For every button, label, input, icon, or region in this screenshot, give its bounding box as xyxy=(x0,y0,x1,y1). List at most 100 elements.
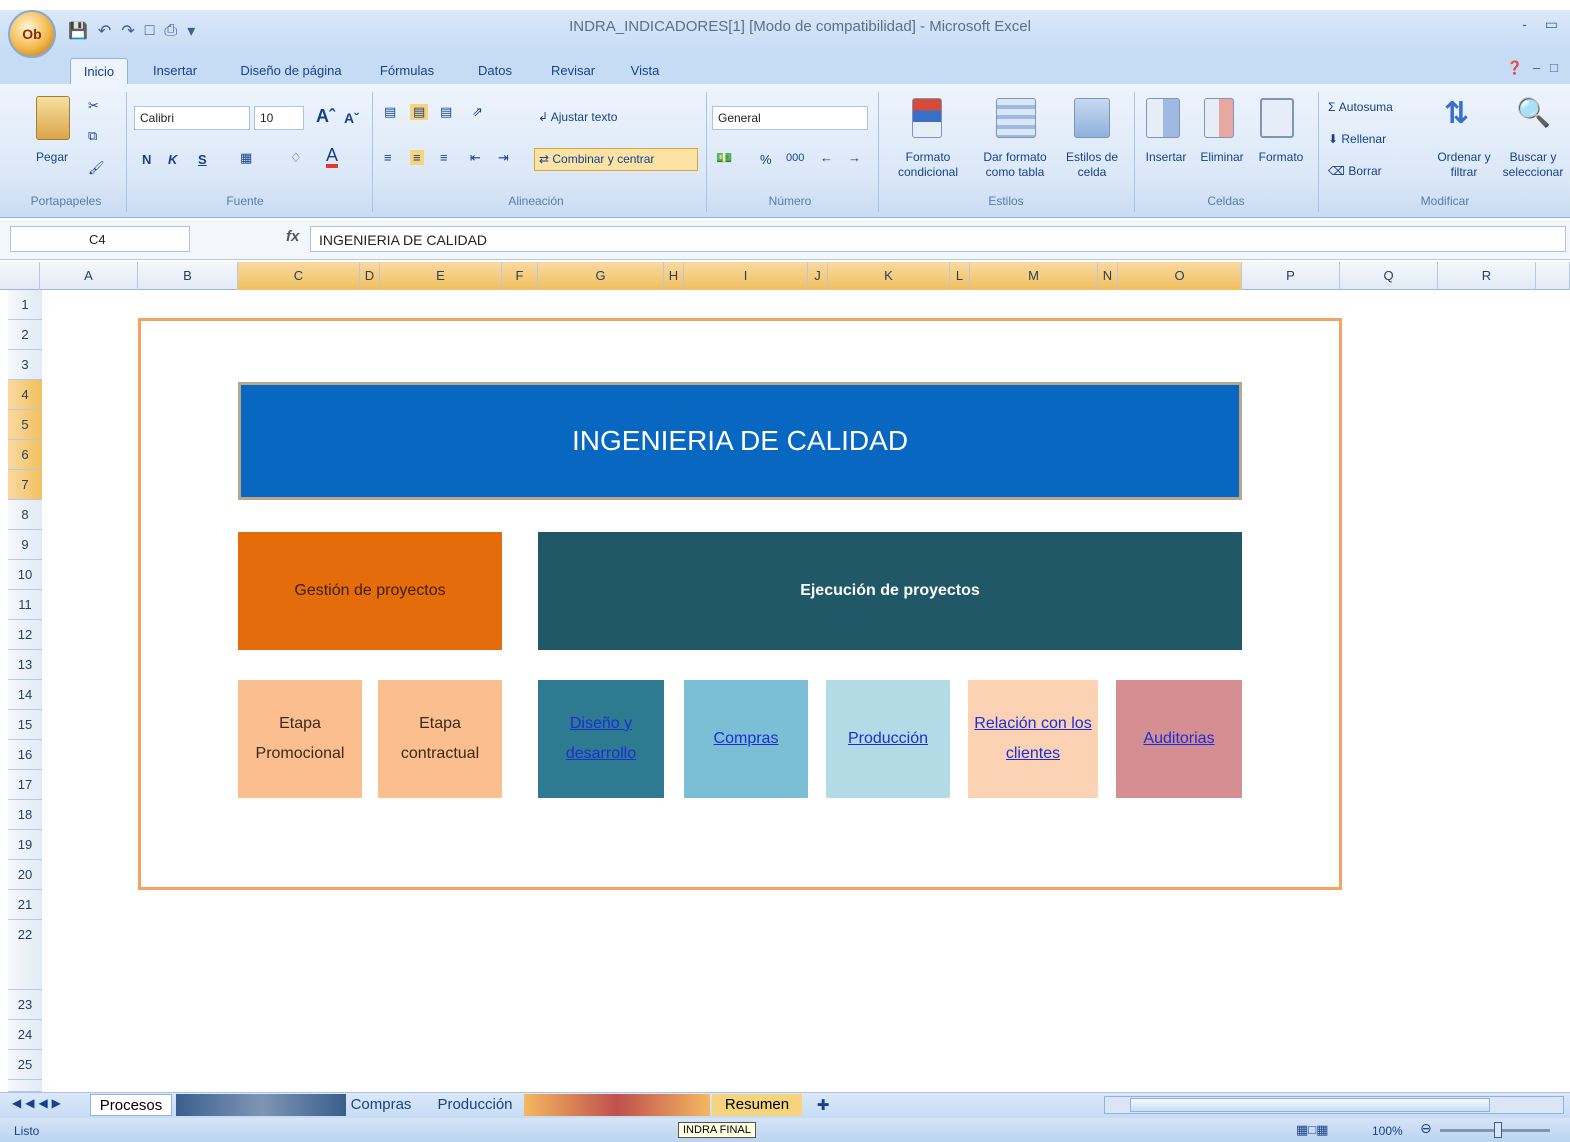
align-left-icon[interactable]: ≡ xyxy=(384,150,392,165)
format-as-table-button[interactable]: Dar formato como tabla xyxy=(974,150,1056,180)
clear-button[interactable]: ⌫ Borrar xyxy=(1328,164,1432,179)
font-size-combo[interactable]: 10 xyxy=(254,106,304,130)
format-as-table-icon[interactable] xyxy=(996,98,1036,138)
autosum-button[interactable]: Σ Autosuma xyxy=(1328,100,1432,115)
gestion-proyectos-box[interactable]: Gestión de proyectos xyxy=(238,532,502,650)
delete-cells-icon[interactable] xyxy=(1204,98,1234,138)
fill-button[interactable]: ⬇ Rellenar xyxy=(1328,132,1432,147)
sheet-tab-produccion[interactable]: Producción xyxy=(430,1094,520,1116)
view-buttons-icon[interactable]: ▦□▦ xyxy=(1296,1122,1328,1138)
workbook-restore-button[interactable]: □ xyxy=(1550,60,1558,76)
conditional-format-button[interactable]: Formato condicional xyxy=(884,150,972,180)
borders-icon[interactable]: ▦ xyxy=(240,150,252,166)
sort-filter-icon[interactable]: ⇅ xyxy=(1444,96,1469,131)
decrease-indent-icon[interactable]: ⇤ xyxy=(470,150,481,166)
column-header[interactable]: B xyxy=(138,262,238,290)
insert-cells-button[interactable]: Insertar xyxy=(1138,150,1194,165)
save-icon[interactable]: 💾 xyxy=(68,21,88,41)
row-header[interactable] xyxy=(8,1080,42,1092)
column-header[interactable]: M xyxy=(970,262,1098,290)
horizontal-scroll-thumb[interactable] xyxy=(1130,1098,1490,1112)
new-document-icon[interactable]: □ xyxy=(145,22,155,40)
font-name-combo[interactable]: Calibri xyxy=(134,106,250,130)
row-header[interactable]: 23 xyxy=(8,990,42,1020)
tab-vista[interactable]: Vista xyxy=(620,58,670,84)
column-header[interactable]: D xyxy=(360,262,380,290)
column-header[interactable]: C xyxy=(238,262,360,290)
row-header[interactable]: 2 xyxy=(8,320,42,350)
relacion-clientes-link[interactable]: Relación con los clientes xyxy=(968,680,1098,798)
diseno-desarrollo-link[interactable]: Diseño y desarrollo xyxy=(538,680,664,798)
font-color-icon[interactable]: A xyxy=(326,146,339,168)
underline-button[interactable]: S xyxy=(198,152,207,167)
row-header[interactable]: 21 xyxy=(8,890,42,920)
tab-inicio[interactable]: Inicio xyxy=(70,58,128,84)
align-top-icon[interactable]: ▤ xyxy=(384,104,396,120)
fill-color-icon[interactable]: ♢ xyxy=(290,150,302,166)
format-cells-icon[interactable] xyxy=(1260,98,1294,138)
row-header[interactable]: 10 xyxy=(8,560,42,590)
sheet-tab-obscured[interactable] xyxy=(524,1094,710,1116)
number-format-combo[interactable]: General xyxy=(712,106,868,130)
thousands-button[interactable]: 000 xyxy=(786,152,804,164)
row-header[interactable]: 15 xyxy=(8,710,42,740)
paste-button[interactable]: Pegar xyxy=(26,150,78,165)
row-header[interactable]: 22 xyxy=(8,920,42,990)
copy-icon[interactable]: ⧉ xyxy=(88,128,97,144)
column-header[interactable]: G xyxy=(538,262,664,290)
row-header[interactable]: 13 xyxy=(8,650,42,680)
cut-icon[interactable]: ✂ xyxy=(88,98,99,114)
cell-styles-icon[interactable] xyxy=(1074,98,1110,138)
increase-font-icon[interactable]: Aˆ xyxy=(316,106,335,127)
bold-button[interactable]: N xyxy=(142,152,151,167)
increase-indent-icon[interactable]: ⇥ xyxy=(498,150,509,166)
decrease-font-icon[interactable]: Aˇ xyxy=(344,110,359,126)
customize-qat-icon[interactable]: ▾ xyxy=(187,21,195,41)
sort-filter-button[interactable]: Ordenar y filtrar xyxy=(1430,150,1498,180)
column-header[interactable]: K xyxy=(828,262,950,290)
compras-link[interactable]: Compras xyxy=(684,680,808,798)
produccion-link[interactable]: Producción xyxy=(826,680,950,798)
row-header[interactable]: 14 xyxy=(8,680,42,710)
row-header[interactable]: 25 xyxy=(8,1050,42,1080)
merge-center-button[interactable]: ⇄ Combinar y centrar xyxy=(534,148,698,171)
formula-input[interactable]: INGENIERIA DE CALIDAD xyxy=(310,226,1566,252)
format-cells-button[interactable]: Formato xyxy=(1252,150,1310,165)
tab-diseno-pagina[interactable]: Diseño de página xyxy=(226,58,356,84)
undo-icon[interactable]: ↶ xyxy=(98,21,111,41)
workbook-minimize-button[interactable]: – xyxy=(1533,60,1540,76)
row-header[interactable]: 6 xyxy=(8,440,42,470)
zoom-slider-thumb[interactable] xyxy=(1494,1122,1502,1138)
help-icon[interactable]: ❓ xyxy=(1507,60,1523,76)
row-header[interactable]: 8 xyxy=(8,500,42,530)
sheet-tab-compras[interactable]: Compras xyxy=(346,1094,416,1116)
minimize-button[interactable]: - xyxy=(1522,16,1527,33)
tab-formulas[interactable]: Fórmulas xyxy=(372,58,442,84)
print-preview-icon[interactable]: ⎙ xyxy=(164,22,177,40)
insert-function-button[interactable]: fx xyxy=(286,228,299,245)
wrap-text-button[interactable]: ↲ Ajustar texto xyxy=(538,110,648,125)
row-header[interactable]: 5 xyxy=(8,410,42,440)
redo-icon[interactable]: ↷ xyxy=(121,21,134,41)
italic-button[interactable]: K xyxy=(168,152,177,167)
row-header[interactable]: 1 xyxy=(8,290,42,320)
sheet-nav-arrows-icon[interactable]: ◀◀◀▶ xyxy=(12,1096,65,1110)
align-center-icon[interactable]: ≡ xyxy=(410,150,424,165)
insert-cells-icon[interactable] xyxy=(1146,98,1180,138)
orientation-icon[interactable]: ⇗ xyxy=(472,104,483,120)
sheet-tab-obscured[interactable] xyxy=(176,1094,346,1116)
office-button[interactable]: Ob xyxy=(8,10,56,58)
tab-datos[interactable]: Datos xyxy=(466,58,524,84)
row-header[interactable]: 12 xyxy=(8,620,42,650)
row-header[interactable]: 18 xyxy=(8,800,42,830)
diagram-title[interactable]: INGENIERIA DE CALIDAD xyxy=(238,382,1242,500)
format-painter-icon[interactable]: 🖌 xyxy=(88,160,105,176)
column-header[interactable]: A xyxy=(40,262,138,290)
column-header[interactable]: R xyxy=(1438,262,1536,290)
row-header[interactable]: 9 xyxy=(8,530,42,560)
align-right-icon[interactable]: ≡ xyxy=(440,150,448,165)
paste-icon[interactable] xyxy=(36,96,70,140)
maximize-button[interactable]: ▭ xyxy=(1545,16,1558,33)
zoom-out-icon[interactable]: ⊖ xyxy=(1420,1120,1432,1137)
sheet-tab-procesos[interactable]: Procesos xyxy=(90,1094,172,1116)
